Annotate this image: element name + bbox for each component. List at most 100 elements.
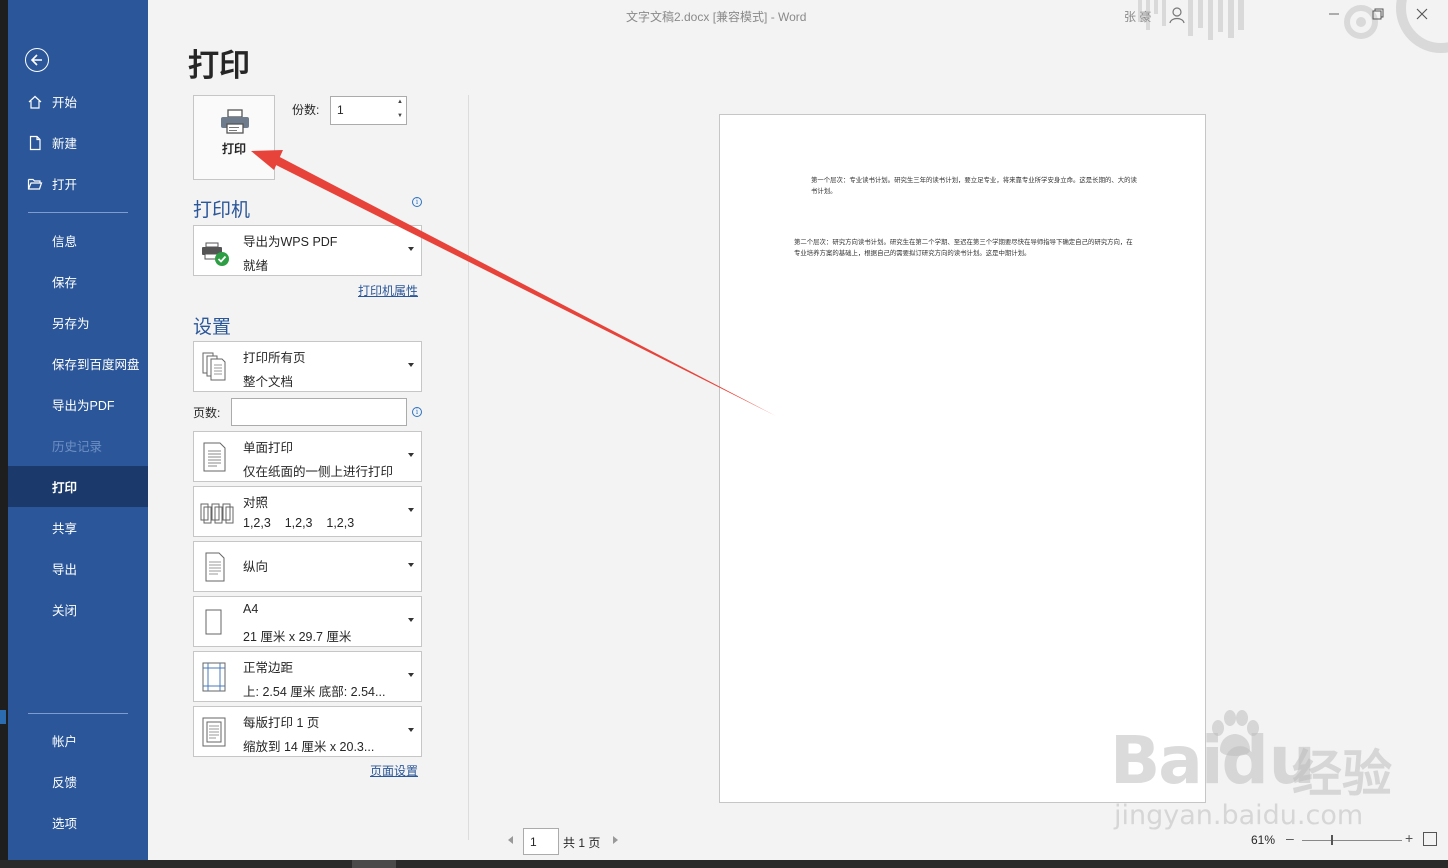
- sidebar-item-export-pdf[interactable]: 导出为PDF: [8, 384, 148, 425]
- sidebar-item-label: 另存为: [52, 317, 90, 331]
- one-sided-icon: [203, 442, 226, 472]
- paper-size-icon: [205, 609, 222, 635]
- user-name[interactable]: 张 豪: [1124, 8, 1151, 25]
- print-button-label: 打印: [221, 142, 246, 156]
- zoom-in-icon[interactable]: +: [1405, 830, 1413, 846]
- close-icon[interactable]: [1414, 6, 1430, 22]
- sides-line1: 单面打印: [243, 441, 294, 455]
- chevron-down-icon: [408, 508, 414, 512]
- copies-label: 份数:: [292, 103, 320, 117]
- sidebar-item-label: 共享: [52, 522, 78, 536]
- sidebar-divider: [28, 212, 128, 213]
- sidebar-item-open[interactable]: 打开: [8, 163, 148, 204]
- pages-per-sheet-dropdown[interactable]: 每版打印 1 页 缩放到 14 厘米 x 20.3...: [193, 706, 422, 757]
- pages-input[interactable]: [231, 398, 407, 426]
- copies-stepper[interactable]: 1 ▲ ▼: [330, 96, 407, 125]
- sidebar-item-account[interactable]: 帐户: [8, 720, 148, 761]
- zoom-slider-thumb[interactable]: [1331, 835, 1333, 845]
- paper-size-dropdown[interactable]: A4 21 厘米 x 29.7 厘米: [193, 596, 422, 647]
- zoom-slider[interactable]: [1302, 840, 1402, 841]
- minimize-icon[interactable]: [1326, 6, 1342, 22]
- sidebar-divider: [28, 713, 128, 714]
- printer-dropdown[interactable]: 导出为WPS PDF 就绪: [193, 225, 422, 276]
- copies-value: 1: [337, 103, 344, 117]
- copies-down-icon[interactable]: ▼: [397, 113, 403, 119]
- print-button[interactable]: 打印: [193, 95, 275, 180]
- sidebar-item-options[interactable]: 选项: [8, 802, 148, 843]
- printer-section-title: 打印机: [193, 200, 251, 221]
- back-arrow-icon: [30, 54, 42, 66]
- current-page-input[interactable]: 1: [523, 828, 559, 855]
- sidebar-item-label: 信息: [52, 235, 78, 249]
- pages-info-icon[interactable]: i: [412, 407, 422, 417]
- watermark-text-bai: Baidu: [1110, 722, 1316, 799]
- preview-paragraph-1: 第一个层次：专业读书计划。研究生三年的读书计划，要立足专业，将来靠专业所学安身立…: [811, 176, 1137, 195]
- sidebar-item-home[interactable]: 开始: [8, 81, 148, 122]
- total-pages: 共 1 页: [563, 836, 601, 850]
- zoom-out-icon[interactable]: –: [1286, 830, 1294, 846]
- next-page-icon[interactable]: [613, 836, 618, 844]
- sidebar-item-save-as[interactable]: 另存为: [8, 302, 148, 343]
- previous-page-icon[interactable]: [508, 836, 513, 844]
- sides-line2: 仅在纸面的一侧上进行打印: [243, 465, 394, 479]
- page-title: 打印: [188, 48, 250, 84]
- sidebar-item-label: 打开: [52, 178, 78, 192]
- sidebar-item-new[interactable]: 新建: [8, 122, 148, 163]
- sidebar-item-print[interactable]: 打印: [8, 466, 148, 507]
- sidebar-item-export[interactable]: 导出: [8, 548, 148, 589]
- margins-dropdown[interactable]: 正常边距 上: 2.54 厘米 底部: 2.54...: [193, 651, 422, 702]
- margins-icon: [202, 662, 226, 692]
- margins-line2: 上: 2.54 厘米 底部: 2.54...: [243, 685, 386, 699]
- sidebar-item-save-to-baidu[interactable]: 保存到百度网盘: [8, 343, 148, 384]
- printer-status: 就绪: [243, 259, 269, 273]
- sidebar-item-label: 反馈: [52, 776, 78, 790]
- printer-properties-link[interactable]: 打印机属性: [358, 282, 418, 299]
- pages-per-sheet-icon: [202, 717, 226, 747]
- window-title: 文字文稿2.docx [兼容模式] - Word: [626, 10, 807, 24]
- page-setup-link[interactable]: 页面设置: [370, 762, 418, 779]
- zoom-level[interactable]: 61%: [1251, 833, 1275, 847]
- sidebar-item-label: 新建: [52, 137, 78, 151]
- sidebar-item-label: 开始: [52, 96, 78, 110]
- chevron-down-icon: [408, 247, 414, 251]
- sidebar-item-info[interactable]: 信息: [8, 220, 148, 261]
- sidebar-item-close[interactable]: 关闭: [8, 589, 148, 630]
- print-range-line1: 打印所有页: [243, 351, 306, 365]
- portrait-icon: [205, 552, 225, 582]
- collation-line2: 1,2,3 1,2,3 1,2,3: [243, 516, 355, 530]
- chevron-down-icon: [408, 728, 414, 732]
- collated-icon: [200, 503, 234, 524]
- sidebar-item-label: 导出为PDF: [52, 399, 115, 413]
- paper-size-line1: A4: [243, 602, 259, 616]
- sidebar-item-feedback[interactable]: 反馈: [8, 761, 148, 802]
- printer-info-icon[interactable]: i: [412, 197, 422, 207]
- zoom-to-page-icon[interactable]: [1423, 832, 1437, 846]
- back-button[interactable]: [25, 48, 49, 72]
- chevron-down-icon: [408, 673, 414, 677]
- taskbar-segment: [352, 860, 396, 868]
- print-range-dropdown[interactable]: 打印所有页 整个文档: [193, 341, 422, 392]
- user-avatar-icon[interactable]: [1169, 6, 1185, 24]
- orientation-dropdown[interactable]: 纵向: [193, 541, 422, 592]
- restore-icon[interactable]: [1370, 6, 1386, 22]
- settings-section-title: 设置: [193, 317, 232, 338]
- sidebar-item-label: 关闭: [52, 604, 78, 618]
- sidebar-item-label: 保存: [52, 276, 78, 290]
- chevron-down-icon: [408, 363, 414, 367]
- new-doc-icon: [29, 135, 41, 151]
- left-edge-strip: [0, 0, 8, 868]
- sides-dropdown[interactable]: 单面打印 仅在纸面的一侧上进行打印: [193, 431, 422, 482]
- sidebar-item-label: 保存到百度网盘: [52, 358, 140, 372]
- collation-dropdown[interactable]: 对照 1,2,3 1,2,3 1,2,3: [193, 486, 422, 537]
- backstage-sidebar: 开始 新建 打开 信息 保存 另存为 保存到百度网盘 导出为PDF 历史记录 打…: [8, 0, 148, 860]
- pages-label: 页数:: [193, 406, 221, 420]
- sidebar-item-label: 选项: [52, 817, 78, 831]
- paper-size-line2: 21 厘米 x 29.7 厘米: [243, 630, 352, 644]
- sidebar-item-share[interactable]: 共享: [8, 507, 148, 548]
- sidebar-item-save[interactable]: 保存: [8, 261, 148, 302]
- copies-up-icon[interactable]: ▲: [397, 99, 403, 105]
- sidebar-item-label: 帐户: [52, 735, 78, 749]
- margins-line1: 正常边距: [243, 661, 294, 675]
- chevron-down-icon: [408, 453, 414, 457]
- panel-divider: [468, 95, 469, 840]
